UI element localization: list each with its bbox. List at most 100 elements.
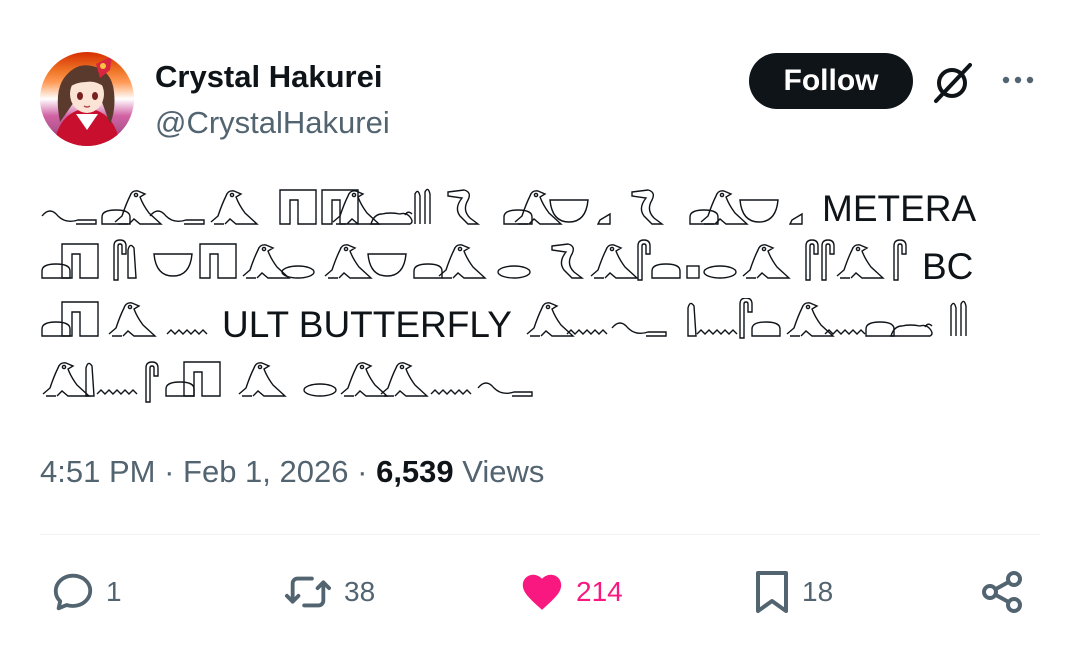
divider [40, 534, 1040, 535]
cane-glyph-icon [145, 361, 159, 403]
share-button[interactable] [978, 566, 1026, 618]
bookmark-icon [756, 571, 788, 613]
mouth-glyph-icon [703, 265, 737, 279]
bird-glyph-icon [742, 244, 790, 279]
water-glyph-icon [430, 389, 472, 395]
lion-glyph-icon [890, 323, 933, 337]
avatar[interactable] [40, 52, 134, 146]
tweet-text: METERA BC ULT BUTTERFLY [40, 178, 1040, 410]
water-glyph-icon [566, 329, 608, 335]
loaf-glyph-icon [41, 263, 71, 279]
tweet-line-4 [40, 352, 1040, 410]
cane-glyph-icon [637, 239, 651, 281]
bird-glyph-icon [438, 244, 486, 279]
grok-icon[interactable] [930, 59, 976, 105]
like-button[interactable]: 214 [518, 566, 623, 618]
loaf-glyph-icon [413, 263, 443, 279]
retweet-count: 38 [344, 576, 376, 607]
tweet-word-bc: BC [922, 246, 974, 287]
bird-glyph-icon [590, 244, 638, 279]
mouth-glyph-icon [281, 265, 315, 279]
loaf-glyph-icon [651, 263, 681, 279]
reply-button[interactable]: 1 [50, 566, 122, 618]
hut-glyph-icon [61, 243, 99, 279]
avatar-character-illustration [54, 56, 120, 146]
tweet-word-ult-butterfly: ULT BUTTERFLY [222, 304, 512, 345]
hut-glyph-icon [61, 301, 99, 337]
stroke-glyph-icon [789, 213, 803, 225]
hut-glyph-icon [183, 361, 221, 397]
loaf-glyph-icon [689, 209, 719, 225]
water-glyph-icon [696, 329, 738, 335]
bookmark-button[interactable]: 18 [752, 566, 833, 618]
mouth-glyph-icon [497, 265, 531, 279]
bird-glyph-icon [108, 302, 156, 337]
meta-separator: · [164, 454, 175, 489]
bird-glyph-icon [380, 362, 428, 397]
mouth-glyph-icon [303, 383, 337, 397]
follow-button[interactable]: Follow [749, 53, 913, 109]
tweet-meta: 4:51 PM · Feb 1, 2026 · 6,539 Views [40, 452, 544, 492]
bird-glyph-icon [210, 190, 258, 225]
loaf-glyph-icon [41, 321, 71, 337]
cane-glyph-icon [113, 239, 127, 281]
loaf-glyph-icon [751, 321, 781, 337]
tweet-line-3: ULT BUTTERFLY [40, 294, 1040, 352]
snake-glyph-icon [611, 322, 667, 337]
reply-icon [53, 573, 93, 611]
feather-glyph-icon [85, 362, 95, 397]
cane-glyph-icon [893, 239, 907, 281]
author-handle[interactable]: @CrystalHakurei [155, 104, 390, 142]
views-count: 6,539 [376, 454, 454, 489]
loaf-glyph-icon [865, 321, 895, 337]
views-label: Views [462, 454, 545, 489]
tweet-time[interactable]: 4:51 PM [40, 454, 155, 489]
hut-glyph-icon [199, 243, 237, 279]
viper-glyph-icon [631, 189, 663, 225]
bird-glyph-icon [340, 362, 388, 397]
heart-icon [522, 574, 562, 610]
retweet-button[interactable]: 38 [282, 566, 375, 618]
like-count: 214 [576, 576, 623, 607]
retweet-icon [284, 576, 331, 608]
basket-glyph-icon [153, 253, 193, 277]
cane-glyph-icon [739, 298, 753, 339]
square-glyph-icon [686, 265, 700, 279]
meta-separator: · [357, 454, 368, 489]
bird-glyph-icon [238, 362, 286, 397]
tweet-line-1: METERA [40, 178, 1040, 236]
hieroglyph-group-3b [526, 298, 967, 339]
cane-glyph-icon [805, 239, 819, 281]
hieroglyph-group-4 [42, 361, 533, 403]
tweet-word-metera: METERA [822, 188, 977, 229]
reply-count: 1 [106, 576, 122, 607]
basket-glyph-icon [739, 199, 779, 223]
more-dots-icon[interactable] [998, 68, 1038, 92]
bird-glyph-icon [700, 190, 748, 225]
water-glyph-icon [166, 329, 208, 335]
reeds-glyph-icon [950, 300, 967, 337]
cane-glyph-icon [821, 239, 835, 281]
reeds-glyph-icon [414, 188, 431, 225]
water-glyph-icon [96, 389, 138, 395]
bird-glyph-icon [114, 190, 162, 225]
loaf-glyph-icon [503, 209, 533, 225]
hut-glyph-icon [279, 189, 317, 225]
tweet-date[interactable]: Feb 1, 2026 [183, 454, 348, 489]
bird-glyph-icon [42, 362, 90, 397]
author-display-name[interactable]: Crystal Hakurei [155, 58, 382, 96]
hieroglyph-group-3a [41, 301, 208, 337]
bird-glyph-icon [324, 244, 372, 279]
bird-glyph-icon [836, 244, 884, 279]
basket-glyph-icon [367, 253, 407, 277]
bird-glyph-icon [786, 302, 834, 337]
bookmark-count: 18 [802, 576, 834, 607]
stroke-glyph-icon [597, 213, 611, 225]
snake-glyph-icon [41, 210, 97, 225]
snake-glyph-icon [477, 382, 533, 397]
feather-glyph-icon [687, 302, 697, 337]
bird-glyph-icon [514, 190, 562, 225]
bird-glyph-icon [526, 302, 574, 337]
hieroglyph-group-2 [41, 239, 907, 281]
viper-glyph-icon [447, 189, 479, 225]
